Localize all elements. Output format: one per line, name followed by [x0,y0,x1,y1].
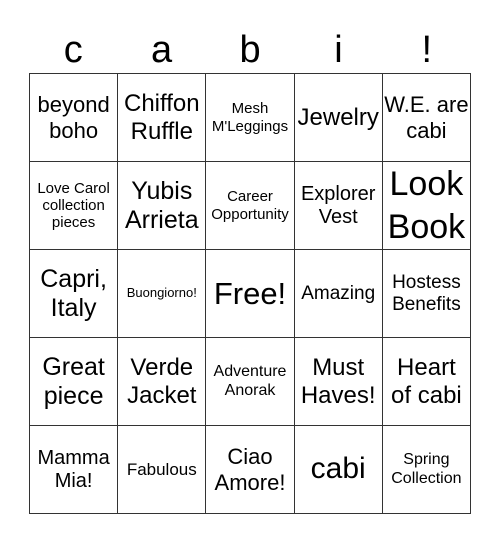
header-letter: b [239,29,261,71]
header-letter: ! [421,29,433,71]
bingo-cell[interactable]: Verde Jacket [118,338,207,426]
bingo-cell[interactable]: Love Carol collection pieces [30,162,119,250]
bingo-cell[interactable]: Mesh M'Leggings [206,74,295,162]
header-letter: a [151,29,173,71]
bingo-cell[interactable]: Heart of cabi [382,338,471,426]
bingo-cell[interactable]: Explorer Vest [294,162,383,250]
bingo-cell[interactable]: Must Haves! [294,338,383,426]
bingo-cell[interactable]: Jewelry [294,74,383,162]
bingo-cell[interactable]: Spring Collection [382,426,471,514]
bingo-cell[interactable]: Yubis Arrieta [118,162,207,250]
bingo-cell[interactable]: W.E. are cabi [382,74,471,162]
bingo-cell[interactable]: Buongiorno! [118,250,207,338]
bingo-cell[interactable]: Hostess Benefits [382,250,471,338]
bingo-cell[interactable]: Free! [206,250,295,338]
bingo-board: beyond boho Chiffon Ruffle Mesh M'Leggin… [29,73,471,514]
bingo-cell[interactable]: beyond boho [30,74,119,162]
header-letter: c [63,29,83,71]
bingo-cell[interactable]: Great piece [30,338,119,426]
bingo-cell[interactable]: Look Book [382,162,471,250]
bingo-cell[interactable]: Capri, Italy [30,250,119,338]
bingo-cell[interactable]: Amazing [294,250,383,338]
header-letter: i [334,29,343,71]
bingo-cell[interactable]: Chiffon Ruffle [118,74,207,162]
bingo-cell[interactable]: cabi [294,426,383,514]
bingo-header: c a b i ! [29,28,471,73]
bingo-cell[interactable]: Career Opportunity [206,162,295,250]
bingo-cell[interactable]: Fabulous [118,426,207,514]
bingo-cell[interactable]: Ciao Amore! [206,426,295,514]
bingo-cell[interactable]: Mamma Mia! [30,426,119,514]
bingo-cell[interactable]: Adventure Anorak [206,338,295,426]
